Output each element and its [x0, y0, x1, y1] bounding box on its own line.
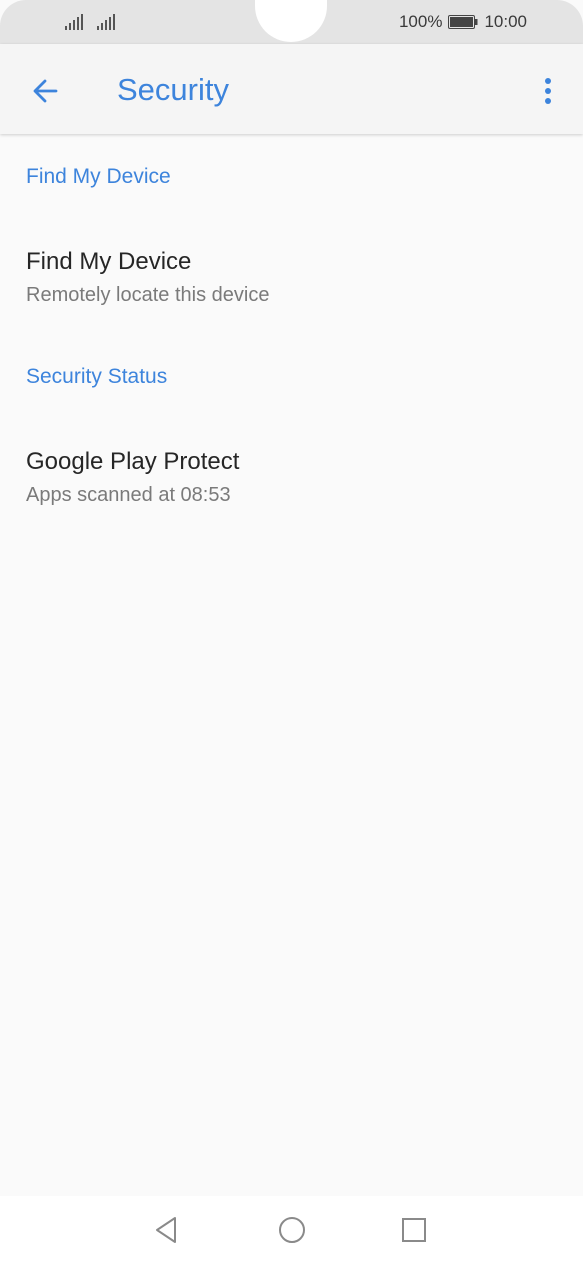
nav-recents-button[interactable] — [392, 1208, 436, 1252]
status-time: 10:00 — [484, 12, 527, 31]
nav-back-icon — [156, 1217, 176, 1243]
signal-icon — [97, 14, 115, 30]
item-subtitle: Apps scanned at 08:53 — [26, 484, 231, 506]
more-vertical-icon — [545, 78, 551, 104]
section-header-find-my-device: Find My Device — [26, 165, 171, 188]
item-title: Find My Device — [26, 248, 192, 275]
security-screen: 100% 10:00 Security Find My Device Find … — [0, 0, 583, 1264]
status-bar: 100% 10:00 — [0, 0, 583, 44]
section-header-security-status: Security Status — [26, 365, 168, 388]
list-item-find-my-device[interactable]: Find My Device Remotely locate this devi… — [0, 246, 583, 342]
item-title: Google Play Protect — [26, 448, 240, 475]
nav-back-button[interactable] — [145, 1208, 189, 1252]
list-item-google-play-protect[interactable]: Google Play Protect Apps scanned at 08:5… — [0, 446, 583, 542]
nav-home-icon — [279, 1217, 305, 1243]
more-options-button[interactable] — [533, 68, 563, 114]
battery-icon — [448, 15, 478, 29]
nav-home-button[interactable] — [270, 1208, 314, 1252]
arrow-left-icon — [33, 79, 58, 103]
page-title: Security — [117, 72, 229, 107]
camera-notch — [255, 0, 327, 42]
status-right: 100% 10:00 — [399, 10, 527, 34]
navigation-bar — [0, 1196, 583, 1264]
app-bar: Security — [0, 44, 583, 134]
nav-recents-icon — [402, 1218, 426, 1242]
signal-icon — [65, 14, 83, 30]
battery-percent: 100% — [398, 12, 443, 31]
back-button[interactable] — [22, 68, 68, 114]
item-subtitle: Remotely locate this device — [26, 284, 270, 306]
